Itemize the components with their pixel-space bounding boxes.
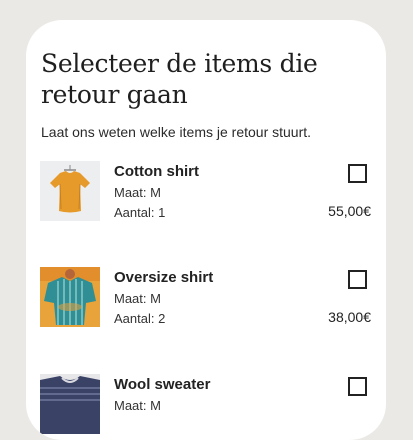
item-name: Cotton shirt — [114, 163, 199, 180]
teal-striped-shirt-image — [40, 267, 100, 327]
item-price: 38,00€ — [328, 309, 371, 325]
item-size: Maat: M — [114, 185, 161, 200]
orange-shirt-image — [40, 161, 100, 221]
item-quantity: Aantal: 2 — [114, 311, 166, 326]
item-quantity: Aantal: 1 — [114, 205, 166, 220]
item-size: Maat: M — [114, 398, 161, 413]
select-item-checkbox[interactable] — [348, 377, 367, 396]
navy-sweater-image — [40, 374, 100, 434]
item-size: Maat: M — [114, 291, 161, 306]
list-item: Oversize shirt Maat: M Aantal: 2 38,00€ — [26, 267, 386, 347]
item-price: 55,00€ — [328, 203, 371, 219]
select-item-checkbox[interactable] — [348, 270, 367, 289]
item-name: Wool sweater — [114, 376, 211, 393]
select-item-checkbox[interactable] — [348, 164, 367, 183]
return-items-card: Selecteer de items die retour gaan Laat … — [26, 20, 386, 440]
list-item: Cotton shirt Maat: M Aantal: 1 55,00€ — [26, 161, 386, 241]
item-name: Oversize shirt — [114, 269, 214, 286]
list-item: Wool sweater Maat: M — [26, 374, 386, 440]
page-subtitle: Laat ons weten welke items je retour stu… — [41, 124, 312, 140]
page-title: Selecteer de items die retour gaan — [41, 49, 318, 109]
